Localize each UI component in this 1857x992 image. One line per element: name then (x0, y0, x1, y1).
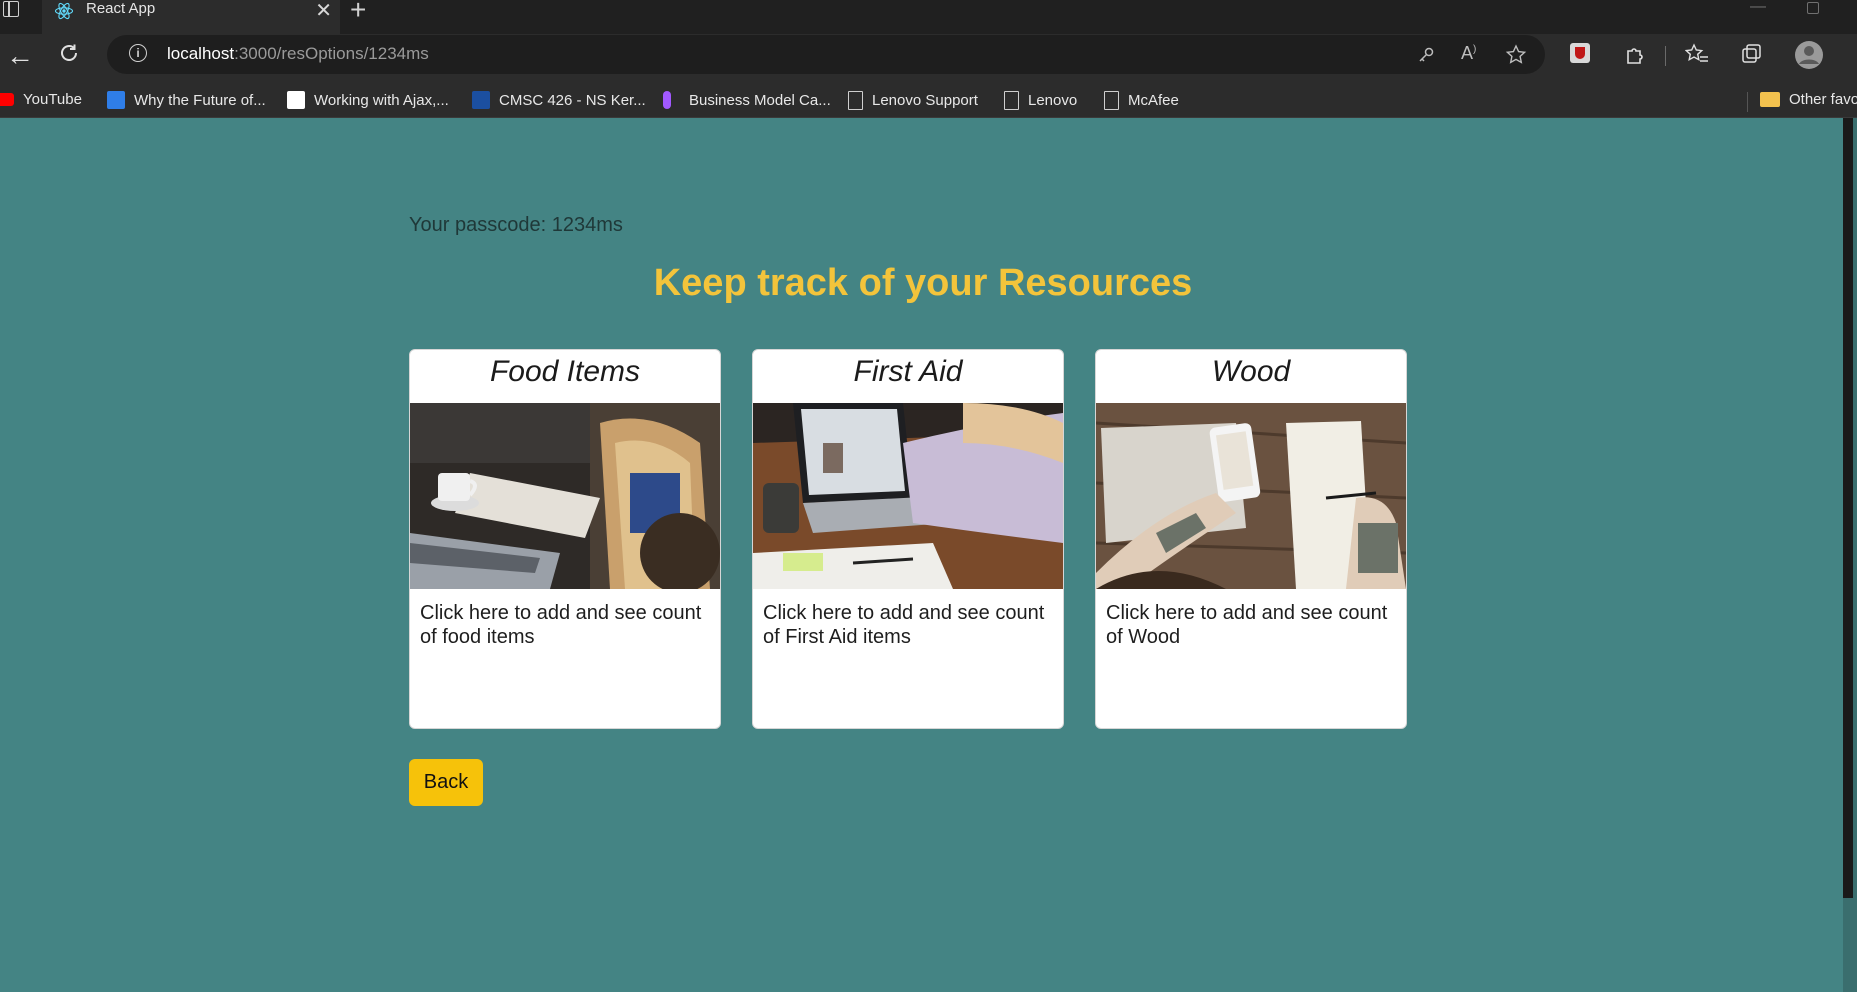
bookmark-lenovo-support[interactable]: Lenovo Support (848, 91, 978, 110)
browser-toolbar: ← i localhost:3000/resOptions/1234ms A) (0, 34, 1857, 86)
bookmark-youtube[interactable]: YouTube (0, 91, 82, 108)
figma-icon (663, 91, 671, 109)
url-text[interactable]: localhost:3000/resOptions/1234ms (167, 44, 429, 64)
bookmark-business-model[interactable]: Business Model Ca... (663, 91, 831, 109)
passcode-text: Your passcode: 1234ms (409, 214, 623, 236)
card-description: Click here to add and see count of food … (420, 602, 702, 648)
sidebar-toggle-icon[interactable] (3, 1, 19, 17)
close-tab-icon[interactable]: ✕ (315, 0, 332, 23)
mcafee-extension-icon[interactable] (1570, 43, 1590, 63)
youtube-icon (0, 93, 14, 106)
restore-window-icon[interactable] (1807, 2, 1819, 14)
extensions-puzzle-icon[interactable] (1624, 43, 1646, 65)
site-icon (472, 91, 490, 109)
back-button[interactable]: Back (409, 759, 483, 806)
bookmark-divider (1747, 92, 1748, 112)
card-image-phone-notebook (1096, 403, 1406, 589)
new-tab-button[interactable]: + (350, 0, 366, 26)
bookmark-cmsc426[interactable]: CMSC 426 - NS Ker... (472, 91, 646, 109)
site-info-icon[interactable]: i (129, 44, 147, 62)
collections-icon[interactable] (1740, 43, 1762, 65)
card-title: Wood (1211, 355, 1291, 388)
minimize-window-icon[interactable]: — (1750, 0, 1766, 16)
page-heading: Keep track of your Resources (653, 262, 1193, 304)
tab-title: React App (86, 0, 156, 17)
card-description: Click here to add and see count of First… (763, 602, 1045, 648)
card-description: Click here to add and see count of Wood (1106, 602, 1388, 648)
card-title: Food Items (489, 355, 641, 388)
scrollbar-thumb[interactable] (1843, 118, 1853, 898)
toolbar-divider (1665, 46, 1666, 66)
bookmark-label: Lenovo (1028, 92, 1078, 109)
bookmark-ajax[interactable]: Working with Ajax,... (287, 91, 449, 109)
bookmark-label: YouTube (23, 91, 82, 108)
page-icon (1004, 91, 1019, 110)
url-host: localhost (167, 44, 235, 63)
bookmark-label: Lenovo Support (872, 92, 978, 109)
bookmarks-bar: YouTube Why the Future of... Working wit… (0, 86, 1857, 118)
bookmark-label: Why the Future of... (134, 91, 266, 109)
read-aloud-icon[interactable]: A) (1461, 43, 1476, 64)
browser-tab-bar: React App ✕ + — (0, 0, 1857, 34)
bookmark-future[interactable]: Why the Future of... (107, 91, 266, 109)
card-title: First Aid (853, 355, 963, 388)
browser-tab[interactable]: React App ✕ (42, 0, 340, 34)
url-path: :3000/resOptions/1234ms (234, 44, 429, 63)
bookmark-label: McAfee (1128, 92, 1179, 109)
card-first-aid[interactable]: First Aid Click here to add and see coun… (752, 349, 1064, 729)
page-scrollbar[interactable] (1843, 118, 1857, 992)
add-favorite-star-icon[interactable] (1505, 44, 1527, 66)
page-icon (1104, 91, 1119, 110)
back-arrow-icon[interactable]: ← (6, 40, 34, 72)
card-image-meeting-coffee (410, 403, 720, 589)
bookmark-label: Business Model Ca... (689, 91, 831, 109)
card-wood[interactable]: Wood Click here to add and see count of … (1095, 349, 1407, 729)
address-bar[interactable]: i localhost:3000/resOptions/1234ms A) (107, 35, 1545, 74)
bookmark-mcafee[interactable]: McAfee (1104, 91, 1179, 110)
bookmark-label: CMSC 426 - NS Ker... (499, 91, 646, 109)
key-icon[interactable] (1417, 46, 1435, 64)
react-icon (54, 2, 74, 20)
reload-icon[interactable] (58, 42, 80, 64)
w3schools-icon (287, 91, 305, 109)
profile-avatar-icon[interactable] (1794, 40, 1824, 70)
bookmark-other-favorites[interactable]: Other favo (1760, 91, 1857, 108)
page-icon (848, 91, 863, 110)
card-food-items[interactable]: Food Items Click here to add and see cou… (409, 349, 721, 729)
favorites-icon[interactable] (1685, 43, 1709, 65)
bookmark-label: Other favo (1789, 91, 1857, 108)
bookmark-label: Working with Ajax,... (314, 91, 449, 109)
bookmark-lenovo[interactable]: Lenovo (1004, 91, 1077, 110)
site-icon (107, 91, 125, 109)
card-image-laptop-desk (753, 403, 1063, 589)
folder-icon (1760, 92, 1780, 107)
